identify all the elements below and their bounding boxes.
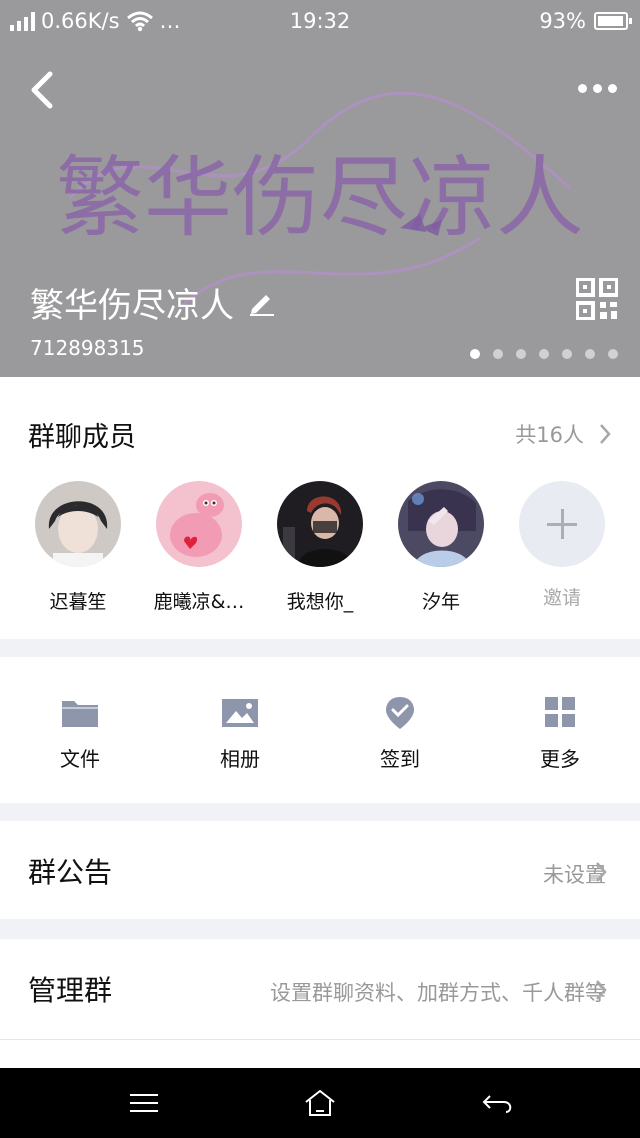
- manage-value: 设置群聊资料、加群方式、千人群等: [270, 981, 606, 1005]
- member-item[interactable]: 鹿曦凉&…: [144, 481, 254, 614]
- group-name-row: 繁华伤尽凉人: [30, 278, 276, 327]
- tool-label: 更多: [540, 747, 580, 771]
- invite-member-button[interactable]: 邀请: [507, 481, 617, 610]
- status-bar: 0.66K/s … 19:32 93%: [0, 0, 640, 44]
- grid-icon: [545, 697, 575, 727]
- members-title: 群聊成员: [28, 422, 136, 453]
- chevron-right-icon[interactable]: [598, 423, 612, 445]
- manage-group-row[interactable]: 管理群 设置群聊资料、加群方式、千人群等: [0, 939, 640, 1039]
- members-count-link[interactable]: 共16人: [515, 419, 584, 449]
- tool-label: 签到: [380, 747, 420, 771]
- tool-checkin[interactable]: 签到: [345, 695, 455, 772]
- tool-label: 文件: [60, 747, 100, 771]
- invite-label: 邀请: [542, 587, 581, 609]
- tool-album[interactable]: 相册: [185, 695, 295, 772]
- next-row-partial: [0, 1039, 640, 1068]
- member-name: 汐年: [421, 591, 460, 613]
- system-nav-bar: [0, 1068, 640, 1138]
- tool-files[interactable]: 文件: [25, 695, 135, 772]
- member-item[interactable]: 我想你_: [265, 481, 375, 614]
- back-button[interactable]: [24, 68, 64, 112]
- manage-title: 管理群: [28, 974, 113, 1007]
- member-item[interactable]: 迟暮笙: [23, 481, 133, 614]
- folder-icon: [62, 701, 98, 727]
- members-section: 群聊成员 共16人 迟暮笙 鹿曦凉&… 我想你_ 汐年 邀请: [0, 377, 640, 639]
- member-avatar: [277, 481, 363, 567]
- more-options-button[interactable]: [578, 78, 622, 98]
- member-avatar: [398, 481, 484, 567]
- cover-pager: [470, 349, 618, 359]
- location-check-icon: [386, 697, 414, 729]
- group-tools: 文件 相册 签到 更多: [0, 657, 640, 803]
- group-notice-row[interactable]: 群公告 未设置: [0, 821, 640, 919]
- member-name: 我想你_: [286, 591, 354, 613]
- battery-icon: [594, 12, 632, 30]
- group-header: 繁华伤尽凉人 0.66K/s … 19:32 93% 繁华伤尽凉人 712898…: [0, 0, 640, 377]
- group-id: 712898315: [30, 336, 145, 360]
- pager-dot: [516, 349, 526, 359]
- menu-icon[interactable]: [124, 1088, 164, 1118]
- plus-icon: [519, 481, 605, 567]
- pager-dot: [562, 349, 572, 359]
- tool-label: 相册: [220, 747, 260, 771]
- edit-icon[interactable]: [248, 289, 276, 317]
- member-avatar: [156, 481, 242, 567]
- battery-percent: 93%: [539, 9, 586, 33]
- pager-dot: [539, 349, 549, 359]
- pager-dot: [608, 349, 618, 359]
- back-nav-icon[interactable]: [478, 1088, 518, 1118]
- home-icon[interactable]: [300, 1088, 340, 1118]
- tool-more[interactable]: 更多: [505, 695, 615, 772]
- member-name: 迟暮笙: [49, 591, 107, 613]
- cover-art-text: 繁华伤尽凉人: [60, 146, 580, 249]
- member-item[interactable]: 汐年: [386, 481, 496, 614]
- member-avatar: [35, 481, 121, 567]
- pager-dot: [493, 349, 503, 359]
- notice-title: 群公告: [28, 856, 113, 889]
- image-icon: [222, 699, 258, 727]
- member-name: 鹿曦凉&…: [153, 591, 245, 613]
- pager-dot: [470, 349, 480, 359]
- group-name: 繁华伤尽凉人: [30, 286, 234, 326]
- chevron-right-icon: [596, 980, 607, 1000]
- qr-code-icon[interactable]: [576, 278, 618, 320]
- chevron-right-icon: [596, 862, 607, 882]
- pager-dot: [585, 349, 595, 359]
